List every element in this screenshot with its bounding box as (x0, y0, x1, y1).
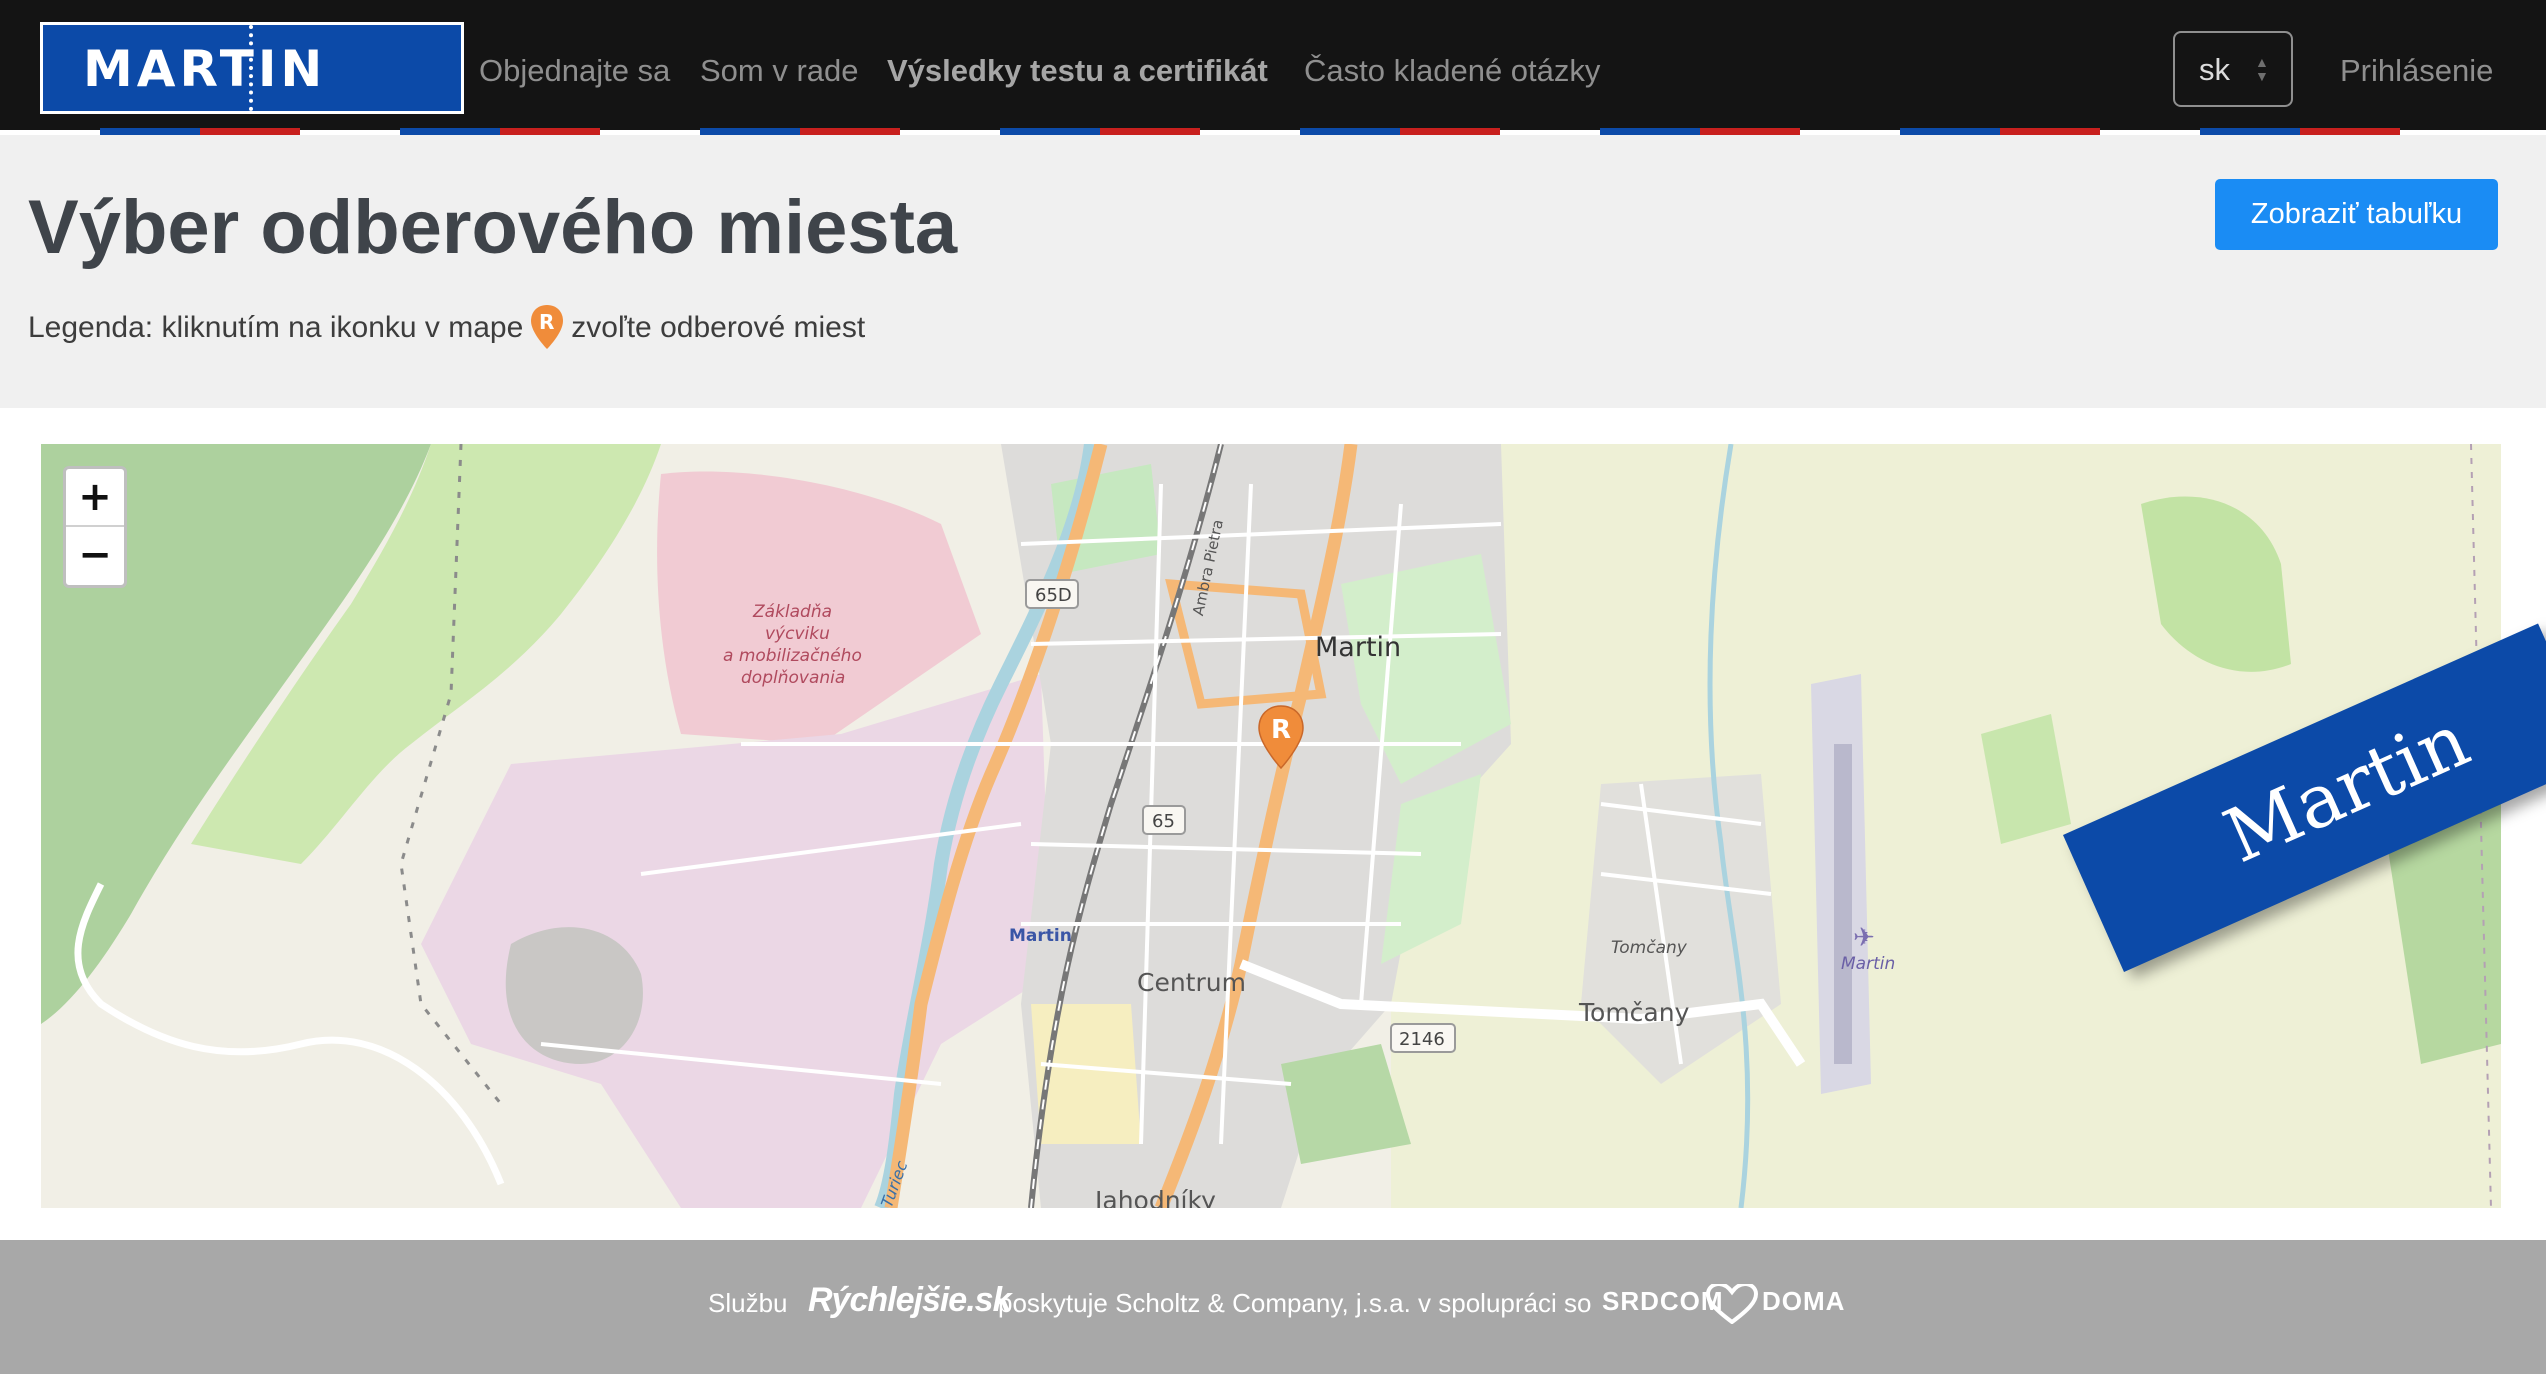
logo-dotted-line (249, 25, 253, 111)
map-legend: Legenda: kliknutím na ikonku v mape Rzvoľ… (28, 303, 865, 351)
language-select-value: sk (2199, 52, 2230, 87)
login-link[interactable]: Prihlásenie (2340, 52, 2493, 90)
page-footer: Službu Rýchlejšie.sk poskytuje Scholtz &… (0, 1240, 2546, 1374)
page-header: Výber odberového miesta Legenda: kliknut… (0, 135, 2546, 408)
map-label-base-4: doplňovania (741, 668, 846, 688)
location-pin-icon: R (531, 305, 564, 349)
map-label-jahodniky: Jahodníky (1095, 1186, 1216, 1208)
flag-stripe-border (0, 128, 2546, 135)
map-label-airport: Martin (1841, 954, 1896, 974)
map-label-base-2: výcviku (765, 624, 830, 644)
top-navbar: MARTIN Objednajte sa Som v rade Výsledky… (0, 0, 2546, 135)
map-label-city: Martin (1315, 632, 1402, 663)
map-label-station: Martin (1009, 926, 1072, 946)
zoom-in-button[interactable]: + (66, 469, 124, 527)
map-label-base-1: Základňa (753, 602, 833, 622)
road-shield-65: 65 (1142, 805, 1186, 835)
legend-text-after: zvoľte odberové miest (571, 311, 866, 344)
svg-text:65: 65 (1152, 811, 1175, 832)
footer-provided-by: poskytuje Scholtz & Company, j.s.a. v sp… (998, 1288, 1592, 1318)
nav-link-objednajte-sa[interactable]: Objednajte sa (479, 52, 670, 90)
logo-text: MARTIN (83, 40, 327, 98)
footer-service-label: Službu (708, 1288, 788, 1318)
map-zoom-control: + − (63, 466, 127, 588)
page-title: Výber odberového miesta (28, 185, 958, 270)
zoom-out-button[interactable]: − (66, 527, 124, 585)
map-label-centrum: Centrum (1137, 968, 1246, 997)
heart-icon (1706, 1284, 1758, 1324)
select-updown-icon: ▲ ▼ (2255, 54, 2269, 84)
legend-text-before: Legenda: kliknutím na ikonku v mape (28, 311, 524, 344)
map-label-tomcany: Tomčany (1579, 998, 1690, 1027)
svg-text:✈: ✈ (1853, 923, 1875, 953)
partner-logo-right[interactable]: DOMA (1762, 1284, 1845, 1318)
map-label-tomcany-small: Tomčany (1611, 938, 1687, 958)
svg-text:R: R (539, 310, 554, 334)
map-label-base-3: a mobilizačného (723, 646, 862, 666)
svg-text:2146: 2146 (1399, 1029, 1445, 1050)
show-table-button[interactable]: Zobraziť tabuľku (2215, 179, 2498, 250)
road-shield-2146: 2146 (1390, 1023, 1456, 1053)
nav-link-som-v-rade[interactable]: Som v rade (700, 52, 859, 90)
svg-text:R: R (1271, 715, 1291, 745)
nav-link-vysledky-testu[interactable]: Výsledky testu a certifikát (887, 52, 1268, 90)
footer-brand-logo[interactable]: Rýchlejšie.sk (808, 1280, 1011, 1320)
martin-logo[interactable]: MARTIN (40, 22, 464, 114)
svg-text:65D: 65D (1035, 585, 1072, 606)
language-select[interactable]: sk ▲ ▼ (2173, 31, 2293, 107)
nav-link-caste-otazky[interactable]: Často kladené otázky (1304, 52, 1600, 90)
road-shield-65d: 65D (1025, 579, 1079, 609)
